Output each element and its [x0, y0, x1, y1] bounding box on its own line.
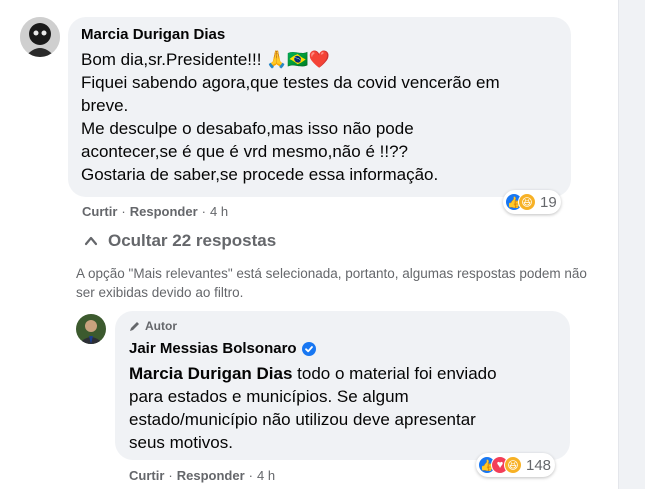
comment-line: breve.	[81, 96, 129, 115]
pencil-icon	[130, 322, 139, 331]
comment-actions: Curtir · Responder · 4 h	[82, 204, 228, 219]
haha-icon: 😆	[518, 193, 536, 211]
reply-line: seus motivos.	[129, 433, 233, 452]
reply-text: Marcia Durigan Dias todo o material foi …	[129, 362, 497, 454]
comment-text: Bom dia,sr.Presidente!!! 🙏🇧🇷❤️ Fiquei sa…	[81, 48, 500, 186]
separator-dot: ·	[201, 204, 206, 219]
comment-bubble: Marcia Durigan Dias Bom dia,sr.President…	[68, 17, 571, 197]
verified-badge-icon	[301, 341, 316, 356]
separator-dot: ·	[168, 468, 173, 483]
haha-icon: 😆	[504, 456, 522, 474]
reply-time[interactable]: 4 h	[257, 468, 275, 483]
reaction-count: 19	[540, 193, 557, 211]
reply-line-text: todo o material foi enviado	[292, 364, 497, 383]
hide-replies-label: Ocultar 22 respostas	[108, 231, 277, 250]
like-button[interactable]: Curtir	[129, 468, 164, 483]
commenter-avatar[interactable]	[20, 17, 60, 57]
reply-bubble: Autor Jair Messias Bolsonaro Marcia Duri…	[115, 311, 570, 460]
comment-line: Gostaria de saber,se procede essa inform…	[81, 165, 439, 184]
comment-line: Bom dia,sr.Presidente!!! 🙏🇧🇷❤️	[81, 50, 330, 69]
scrollbar-track[interactable]	[618, 0, 645, 489]
comment-author[interactable]: Marcia Durigan Dias	[81, 26, 225, 43]
reply-line: para estados e municípios. Se algum	[129, 387, 409, 406]
author-badge-label: Autor	[145, 319, 177, 333]
filter-notice: A opção "Mais relevantes" está seleciona…	[76, 266, 587, 300]
reply-author[interactable]: Jair Messias Bolsonaro	[129, 340, 297, 357]
comment-time[interactable]: 4 h	[210, 204, 228, 219]
chevron-up-icon	[84, 236, 98, 246]
reply-line: estado/município não utilizou deve apres…	[129, 410, 476, 429]
reply-button[interactable]: Responder	[177, 468, 245, 483]
separator-dot: ·	[121, 204, 126, 219]
mention-link[interactable]: Marcia Durigan Dias	[129, 364, 292, 383]
reply-author-avatar[interactable]	[76, 314, 106, 344]
comment-line: Me desculpe o desabafo,mas isso não pode	[81, 119, 414, 138]
comment-line: Fiquei sabendo agora,que testes da covid…	[81, 73, 500, 92]
reply-line: Marcia Durigan Dias todo o material foi …	[129, 362, 497, 385]
comment-line: acontecer,se é que é vrd mesmo,não é !!?…	[81, 142, 408, 161]
like-button[interactable]: Curtir	[82, 204, 117, 219]
comment-reactions[interactable]: 👍 😆 19	[503, 190, 561, 214]
separator-dot: ·	[248, 468, 253, 483]
author-badge: Autor	[129, 319, 177, 333]
hide-replies-button[interactable]: Ocultar 22 respostas	[84, 231, 276, 251]
reaction-count: 148	[526, 456, 552, 474]
reply-button[interactable]: Responder	[130, 204, 198, 219]
reply-actions: Curtir · Responder · 4 h	[129, 468, 275, 483]
reply-reactions[interactable]: 👍 ♥ 😆 148	[476, 453, 556, 477]
